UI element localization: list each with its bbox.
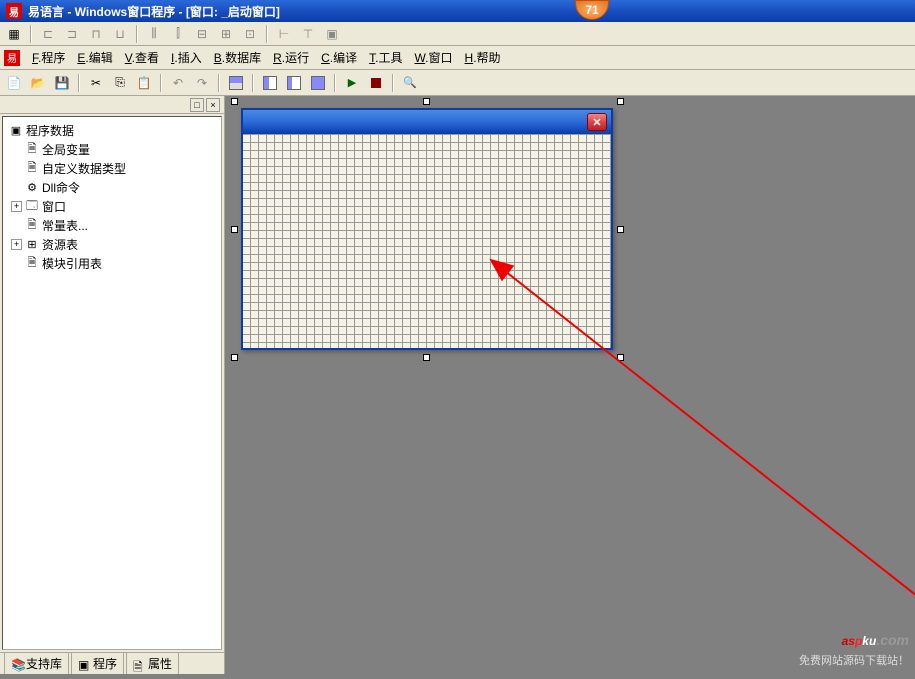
panel-bottom-tabs: 📚 支持库 ▣ 程序 🗎 属性: [0, 652, 224, 674]
copy-button[interactable]: [110, 73, 130, 93]
dist-h-icon[interactable]: ⫼: [144, 24, 164, 44]
expand-icon[interactable]: +: [11, 201, 22, 212]
bring-front-icon[interactable]: ▣: [322, 24, 342, 44]
module-icon: 🗎: [25, 257, 39, 271]
redo-button[interactable]: [192, 73, 212, 93]
design-canvas[interactable]: ✕: [225, 96, 915, 674]
tree-item-const[interactable]: 🗎 常量表...: [7, 216, 217, 235]
same-height-icon[interactable]: ⊞: [216, 24, 236, 44]
layout2-button[interactable]: [284, 73, 304, 93]
align-left-icon[interactable]: ⊏: [38, 24, 58, 44]
type-icon: 🗎: [25, 162, 39, 176]
left-panel: □ × ▣ 程序数据 🗎 全局变量 🗎 自定义数据类型 ⚙ Dll命令 + �: [0, 96, 225, 674]
menu-help[interactable]: H.帮助: [461, 47, 505, 68]
menu-view[interactable]: V.查看: [121, 47, 163, 68]
resize-handle-n[interactable]: [423, 98, 430, 105]
find-button[interactable]: [400, 73, 420, 93]
var-icon: 🗎: [25, 143, 39, 157]
tab-properties[interactable]: 🗎 属性: [126, 652, 179, 674]
cut-button[interactable]: [86, 73, 106, 93]
resize-handle-se[interactable]: [617, 354, 624, 361]
menu-edit[interactable]: E.编辑: [73, 47, 116, 68]
same-width-icon[interactable]: ⊟: [192, 24, 212, 44]
tab-program[interactable]: ▣ 程序: [71, 652, 124, 674]
tree-item-custom-types[interactable]: 🗎 自定义数据类型: [7, 159, 217, 178]
resize-handle-ne[interactable]: [617, 98, 624, 105]
new-button[interactable]: [4, 73, 24, 93]
panel-close-button[interactable]: ×: [206, 98, 220, 112]
menu-app-icon: 易: [4, 50, 20, 66]
run-button[interactable]: [342, 73, 362, 93]
same-size-icon[interactable]: ⊡: [240, 24, 260, 44]
prog-icon: ▣: [78, 658, 90, 670]
tree-root[interactable]: ▣ 程序数据: [7, 121, 217, 140]
main-menu: 易 F.程序 E.编辑 V.查看 I.插入 B.数据库 R.运行 C.编译 T.…: [0, 46, 915, 70]
grid-icon[interactable]: ▦: [4, 24, 24, 44]
tree-item-dll[interactable]: ⚙ Dll命令: [7, 178, 217, 197]
window-titlebar: 易 易语言 - Windows窗口程序 - [窗口: _启动窗口]: [0, 0, 915, 22]
tab-support-lib[interactable]: 📚 支持库: [4, 652, 69, 674]
tree-item-module[interactable]: 🗎 模块引用表: [7, 254, 217, 273]
form-titlebar[interactable]: ✕: [243, 110, 611, 134]
open-button[interactable]: [28, 73, 48, 93]
watermark: aspku.com 免费网站源码下载站！: [799, 621, 909, 668]
resize-handle-w[interactable]: [231, 226, 238, 233]
menu-run[interactable]: R.运行: [269, 47, 313, 68]
tree-item-global-vars[interactable]: 🗎 全局变量: [7, 140, 217, 159]
center-v-icon[interactable]: ⊤: [298, 24, 318, 44]
menu-tools[interactable]: T.工具: [365, 47, 406, 68]
window-icon: 🗔: [25, 200, 39, 214]
lib-icon: 📚: [11, 658, 23, 670]
resource-icon: ⊞: [25, 238, 39, 252]
window-title: 易语言 - Windows窗口程序 - [窗口: _启动窗口]: [28, 3, 280, 20]
stop-button[interactable]: [366, 73, 386, 93]
layout3-button[interactable]: [308, 73, 328, 93]
menu-insert[interactable]: I.插入: [167, 47, 206, 68]
resize-handle-sw[interactable]: [231, 354, 238, 361]
const-icon: 🗎: [25, 219, 39, 233]
expand-icon[interactable]: +: [11, 239, 22, 250]
align-right-icon[interactable]: ⊐: [62, 24, 82, 44]
resize-handle-s[interactable]: [423, 354, 430, 361]
dist-v-icon[interactable]: ⫿: [168, 24, 188, 44]
startup-window-form[interactable]: ✕: [241, 108, 613, 350]
program-tree[interactable]: ▣ 程序数据 🗎 全局变量 🗎 自定义数据类型 ⚙ Dll命令 + 🗔 窗口: [2, 116, 222, 650]
menu-window[interactable]: W.窗口: [411, 47, 457, 68]
form-client-area[interactable]: [243, 134, 611, 348]
panel-pin-button[interactable]: □: [190, 98, 204, 112]
toolbar-alignment: ▦ ⊏ ⊐ ⊓ ⊔ ⫼ ⫿ ⊟ ⊞ ⊡ ⊢ ⊤ ▣: [0, 22, 915, 46]
menu-compile[interactable]: C.编译: [317, 47, 361, 68]
watermark-brand: aspku.com: [799, 621, 909, 652]
app-icon: 易: [6, 3, 22, 19]
layout1-button[interactable]: [260, 73, 280, 93]
main-area: □ × ▣ 程序数据 🗎 全局变量 🗎 自定义数据类型 ⚙ Dll命令 + �: [0, 96, 915, 674]
dll-icon: ⚙: [25, 181, 39, 195]
save-button[interactable]: [52, 73, 72, 93]
watermark-sub: 免费网站源码下载站！: [799, 652, 909, 668]
designer-button[interactable]: [226, 73, 246, 93]
panel-header: □ ×: [0, 96, 224, 114]
toolbar-standard: [0, 70, 915, 96]
prop-icon: 🗎: [133, 658, 145, 670]
tree-item-window[interactable]: + 🗔 窗口: [7, 197, 217, 216]
align-top-icon[interactable]: ⊓: [86, 24, 106, 44]
align-bottom-icon[interactable]: ⊔: [110, 24, 130, 44]
form-close-button[interactable]: ✕: [587, 113, 607, 131]
undo-button[interactable]: [168, 73, 188, 93]
resize-handle-nw[interactable]: [231, 98, 238, 105]
center-h-icon[interactable]: ⊢: [274, 24, 294, 44]
menu-program[interactable]: F.程序: [28, 47, 69, 68]
tree-root-icon: ▣: [9, 124, 23, 138]
form-designer[interactable]: ✕: [235, 102, 620, 357]
menu-database[interactable]: B.数据库: [210, 47, 265, 68]
tree-item-resource[interactable]: + ⊞ 资源表: [7, 235, 217, 254]
paste-button[interactable]: [134, 73, 154, 93]
resize-handle-e[interactable]: [617, 226, 624, 233]
